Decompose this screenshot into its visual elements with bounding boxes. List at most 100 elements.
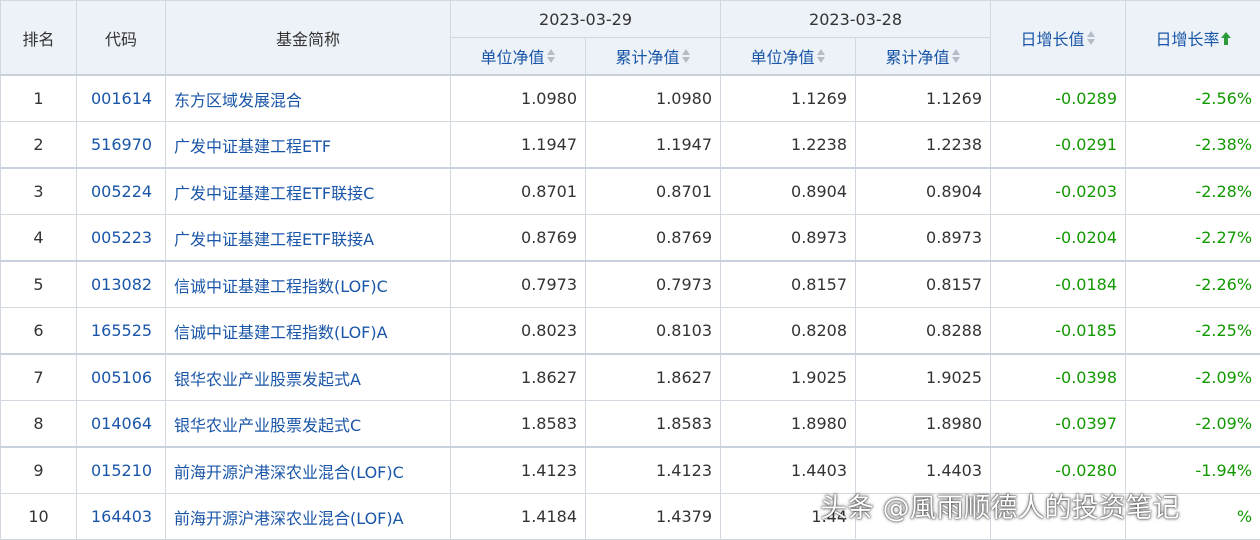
header-unit-nav-1-label[interactable]: 单位净值: [480, 48, 544, 67]
cum-nav-2-cell: 1.2238: [856, 122, 991, 169]
fund-name-link[interactable]: 东方区域发展混合: [166, 75, 451, 122]
daily-rate-cell: -2.25%: [1126, 308, 1260, 355]
fund-name-link[interactable]: 广发中证基建工程ETF联接C: [166, 168, 451, 215]
header-date-2: 2023-03-28: [721, 1, 991, 38]
unit-nav-1-cell: 1.8627: [451, 354, 586, 401]
unit-nav-1-cell: 0.8769: [451, 215, 586, 262]
header-fund-name: 基金简称: [166, 1, 451, 76]
fund-code-link[interactable]: 005106: [77, 354, 166, 401]
cum-nav-2-cell: 1.9025: [856, 354, 991, 401]
rank-cell: 9: [1, 447, 77, 494]
fund-name-link[interactable]: 前海开源沪港深农业混合(LOF)C: [166, 447, 451, 494]
header-cum-nav-2-label[interactable]: 累计净值: [886, 48, 950, 67]
daily-change-cell: -0.0280: [991, 447, 1126, 494]
fund-name-link[interactable]: 信诚中证基建工程指数(LOF)C: [166, 261, 451, 308]
header-code: 代码: [77, 1, 166, 76]
cum-nav-2-cell: 0.8157: [856, 261, 991, 308]
rank-cell: 6: [1, 308, 77, 355]
fund-code-link[interactable]: 005223: [77, 215, 166, 262]
header-daily-change[interactable]: 日增长值: [991, 1, 1126, 76]
cum-nav-1-cell: 1.8627: [586, 354, 721, 401]
table-row: 8 014064 银华农业产业股票发起式C 1.8583 1.8583 1.89…: [1, 401, 1260, 448]
daily-change-cell: -0.0184: [991, 261, 1126, 308]
header-daily-rate[interactable]: 日增长率: [1126, 1, 1260, 76]
rank-cell: 5: [1, 261, 77, 308]
daily-rate-cell: -2.38%: [1126, 122, 1260, 169]
table-header: 排名 代码 基金简称 2023-03-29 2023-03-28 日增长值 日增…: [1, 1, 1260, 76]
daily-rate-cell: %: [1126, 494, 1260, 540]
unit-nav-1-cell: 1.4123: [451, 447, 586, 494]
fund-name-link[interactable]: 信诚中证基建工程指数(LOF)A: [166, 308, 451, 355]
cum-nav-2-cell: 0.8904: [856, 168, 991, 215]
unit-nav-1-cell: 1.1947: [451, 122, 586, 169]
fund-code-link[interactable]: 015210: [77, 447, 166, 494]
header-unit-nav-2[interactable]: 单位净值: [721, 38, 856, 76]
rank-cell: 7: [1, 354, 77, 401]
cum-nav-2-cell: [856, 494, 991, 540]
fund-code-link[interactable]: 005224: [77, 168, 166, 215]
fund-code-link[interactable]: 013082: [77, 261, 166, 308]
daily-rate-cell: -1.94%: [1126, 447, 1260, 494]
cum-nav-1-cell: 0.7973: [586, 261, 721, 308]
table-row: 3 005224 广发中证基建工程ETF联接C 0.8701 0.8701 0.…: [1, 168, 1260, 215]
table-row: 6 165525 信诚中证基建工程指数(LOF)A 0.8023 0.8103 …: [1, 308, 1260, 355]
fund-name-link[interactable]: 广发中证基建工程ETF: [166, 122, 451, 169]
fund-code-link[interactable]: 164403: [77, 494, 166, 540]
header-rank: 排名: [1, 1, 77, 76]
unit-nav-1-cell: 0.7973: [451, 261, 586, 308]
fund-code-link[interactable]: 001614: [77, 75, 166, 122]
header-cum-nav-1-label[interactable]: 累计净值: [616, 48, 680, 67]
unit-nav-2-cell: 1.44: [721, 494, 856, 540]
daily-rate-cell: -2.27%: [1126, 215, 1260, 262]
unit-nav-2-cell: 1.8980: [721, 401, 856, 448]
sort-icon[interactable]: [546, 48, 556, 64]
unit-nav-1-cell: 1.4184: [451, 494, 586, 540]
header-daily-change-label[interactable]: 日增长值: [1021, 30, 1085, 49]
cum-nav-2-cell: 0.8288: [856, 308, 991, 355]
unit-nav-2-cell: 1.4403: [721, 447, 856, 494]
sort-icon[interactable]: [1086, 30, 1096, 46]
fund-name-link[interactable]: 银华农业产业股票发起式A: [166, 354, 451, 401]
daily-rate-cell: -2.56%: [1126, 75, 1260, 122]
sort-icon[interactable]: [816, 48, 826, 64]
cum-nav-1-cell: 1.0980: [586, 75, 721, 122]
sort-icon[interactable]: [681, 48, 691, 64]
sort-icon[interactable]: [951, 48, 961, 64]
daily-change-cell: -0.0398: [991, 354, 1126, 401]
daily-change-cell: -0.0397: [991, 401, 1126, 448]
unit-nav-2-cell: 1.9025: [721, 354, 856, 401]
header-cum-nav-2[interactable]: 累计净值: [856, 38, 991, 76]
fund-name-link[interactable]: 前海开源沪港深农业混合(LOF)A: [166, 494, 451, 540]
cum-nav-1-cell: 1.4123: [586, 447, 721, 494]
sort-up-active-icon[interactable]: [1221, 30, 1231, 46]
rank-cell: 10: [1, 494, 77, 540]
table-row: 5 013082 信诚中证基建工程指数(LOF)C 0.7973 0.7973 …: [1, 261, 1260, 308]
header-cum-nav-1[interactable]: 累计净值: [586, 38, 721, 76]
table-row: 10 164403 前海开源沪港深农业混合(LOF)A 1.4184 1.437…: [1, 494, 1260, 540]
cum-nav-1-cell: 0.8769: [586, 215, 721, 262]
rank-cell: 3: [1, 168, 77, 215]
daily-rate-cell: -2.26%: [1126, 261, 1260, 308]
header-date-1: 2023-03-29: [451, 1, 721, 38]
unit-nav-2-cell: 0.8904: [721, 168, 856, 215]
unit-nav-1-cell: 0.8701: [451, 168, 586, 215]
fund-code-link[interactable]: 516970: [77, 122, 166, 169]
header-unit-nav-1[interactable]: 单位净值: [451, 38, 586, 76]
daily-change-cell: -0.0185: [991, 308, 1126, 355]
header-unit-nav-2-label[interactable]: 单位净值: [751, 48, 815, 67]
cum-nav-1-cell: 0.8701: [586, 168, 721, 215]
unit-nav-2-cell: 0.8208: [721, 308, 856, 355]
unit-nav-2-cell: 1.2238: [721, 122, 856, 169]
daily-rate-cell: -2.09%: [1126, 401, 1260, 448]
table-row: 4 005223 广发中证基建工程ETF联接A 0.8769 0.8769 0.…: [1, 215, 1260, 262]
header-daily-rate-label[interactable]: 日增长率: [1156, 30, 1220, 49]
fund-name-link[interactable]: 广发中证基建工程ETF联接A: [166, 215, 451, 262]
cum-nav-1-cell: 1.1947: [586, 122, 721, 169]
cum-nav-1-cell: 0.8103: [586, 308, 721, 355]
rank-cell: 8: [1, 401, 77, 448]
daily-change-cell: -0.0204: [991, 215, 1126, 262]
fund-code-link[interactable]: 165525: [77, 308, 166, 355]
fund-name-link[interactable]: 银华农业产业股票发起式C: [166, 401, 451, 448]
cum-nav-1-cell: 1.4379: [586, 494, 721, 540]
fund-code-link[interactable]: 014064: [77, 401, 166, 448]
